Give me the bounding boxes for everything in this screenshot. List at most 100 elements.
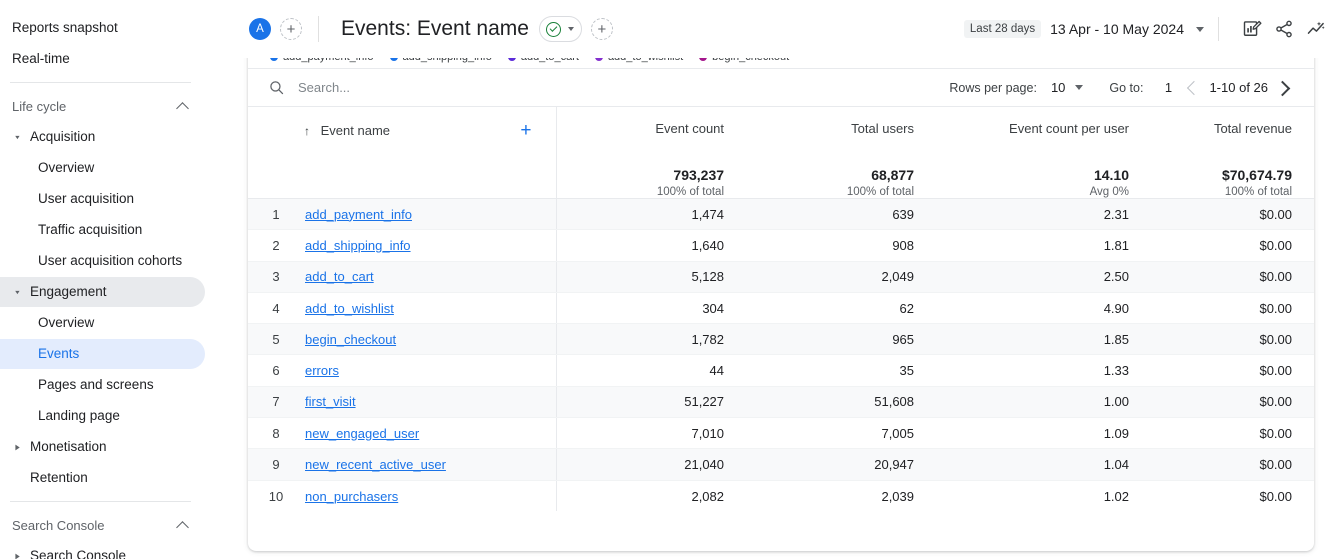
row-total-users: 908 <box>746 229 937 262</box>
sidebar-item-user-acquisition-cohorts[interactable]: User acquisition cohorts <box>0 246 205 276</box>
table-row[interactable]: 9 new_recent_active_user 21,040 20,947 1.04 $… <box>248 448 1314 481</box>
data-quality-badge[interactable] <box>538 16 582 42</box>
row-event-name-cell: errors <box>304 354 557 387</box>
date-range-chevron-down-icon[interactable] <box>1196 26 1204 32</box>
analytics-events-report: Reports snapshot Real-time Life cycle Acqu… <box>0 0 1343 559</box>
pagination-controls: Rows per page: 10 Go to: 1-10 of 26 <box>949 75 1296 101</box>
sidebar-item-retention[interactable]: Retention <box>0 463 205 493</box>
table-row[interactable]: 8 new_engaged_user 7,010 7,005 1.09 $0.00 <box>248 417 1314 450</box>
table-row[interactable]: 3 add_to_cart 5,128 2,049 2.50 $0.00 <box>248 261 1314 293</box>
table-row[interactable]: 5 begin_checkout 1,782 965 1.85 $0.00 <box>248 323 1314 356</box>
page-title: Events: Event name <box>341 17 529 40</box>
column-label-count-per-user: Event count per user <box>1009 121 1130 136</box>
sidebar-item-label: Acquisition <box>30 129 96 145</box>
event-name-link[interactable]: new_recent_active_user <box>305 457 446 472</box>
sidebar-item-label: Landing page <box>38 408 120 424</box>
caret-down-icon[interactable] <box>10 133 24 142</box>
search-container[interactable] <box>268 79 949 96</box>
sidebar-item-overview[interactable]: Overview <box>0 153 205 183</box>
caret-right-icon[interactable] <box>10 552 24 559</box>
insights-icon[interactable] <box>1303 16 1329 42</box>
event-name-link[interactable]: add_to_cart <box>305 269 374 284</box>
event-name-link[interactable]: errors <box>305 363 339 378</box>
sidebar-item-reports-snapshot[interactable]: Reports snapshot <box>0 13 205 43</box>
table-row[interactable]: 7 first_visit 51,227 51,608 1.00 $0.00 <box>248 386 1314 419</box>
event-name-link[interactable]: add_payment_info <box>305 207 412 222</box>
sort-ascending-icon[interactable]: ↑ <box>304 124 310 138</box>
sidebar-group-search-console[interactable]: Search Console <box>0 510 205 540</box>
chevron-up-icon[interactable] <box>175 517 191 533</box>
row-count-per-user: 2.31 <box>936 198 1152 231</box>
rows-per-page-value[interactable]: 10 <box>1051 80 1065 95</box>
row-event-name-cell: add_shipping_info <box>304 229 557 262</box>
goto-label: Go to: <box>1109 80 1144 95</box>
sidebar-item-traffic-acquisition[interactable]: Traffic acquisition <box>0 215 205 245</box>
add-comparison-button[interactable]: + <box>280 18 302 40</box>
sidebar-item-real-time[interactable]: Real-time <box>0 44 205 74</box>
column-header-total-revenue[interactable]: Total revenue $70,674.79 100% of total <box>1151 107 1314 199</box>
row-event-name-cell: add_to_wishlist <box>304 292 557 325</box>
edit-chart-icon[interactable] <box>1239 16 1265 42</box>
sidebar-item-pages-and-screens[interactable]: Pages and screens <box>0 370 205 400</box>
row-count-per-user: 1.04 <box>936 448 1152 481</box>
table-row[interactable]: 1 add_payment_info 1,474 639 2.31 $0.00 <box>248 198 1314 231</box>
share-icon[interactable] <box>1271 16 1297 42</box>
rows-per-page-chevron-down-icon[interactable] <box>1075 85 1084 90</box>
sidebar-item-monetisation[interactable]: Monetisation <box>0 432 205 462</box>
row-total-revenue: $0.00 <box>1151 448 1314 481</box>
column-header-total-users[interactable]: Total users 68,877 100% of total <box>746 107 937 199</box>
caret-down-icon[interactable] <box>10 288 24 297</box>
previous-page-icon[interactable] <box>1181 75 1203 101</box>
column-header-count-per-user[interactable]: Event count per user 14.10 Avg 0% <box>936 107 1152 199</box>
chevron-up-icon[interactable] <box>175 98 191 114</box>
next-page-icon[interactable] <box>1274 75 1296 101</box>
add-filter-button[interactable]: + <box>590 18 613 40</box>
event-name-link[interactable]: new_engaged_user <box>305 426 419 441</box>
sidebar-item-label: Real-time <box>12 51 70 67</box>
event-name-link[interactable]: non_purchasers <box>305 489 398 504</box>
sidebar-item-events[interactable]: Events <box>0 339 205 369</box>
date-range-text[interactable]: 13 Apr - 10 May 2024 <box>1050 21 1184 37</box>
table-row[interactable]: 4 add_to_wishlist 304 62 4.90 $0.00 <box>248 292 1314 325</box>
row-index: 9 <box>248 448 304 481</box>
row-total-revenue: $0.00 <box>1151 229 1314 262</box>
row-event-count: 1,640 <box>555 229 747 262</box>
event-name-link[interactable]: add_to_wishlist <box>305 301 394 316</box>
row-event-count: 7,010 <box>555 417 747 450</box>
caret-right-icon[interactable] <box>10 443 24 452</box>
goto-input[interactable] <box>1155 79 1182 96</box>
column-label-total-users: Total users <box>851 121 915 136</box>
row-total-users: 2,039 <box>881 488 915 504</box>
search-input[interactable] <box>296 79 596 96</box>
row-event-name-cell: new_recent_active_user <box>304 448 557 481</box>
column-header-event-name[interactable]: ↑ Event name + <box>248 107 557 199</box>
row-total-revenue: $0.00 <box>1151 417 1314 450</box>
sidebar-item-engagement[interactable]: Engagement <box>0 277 205 307</box>
table-row[interactable]: 6 errors 44 35 1.33 $0.00 <box>248 354 1314 387</box>
sidebar-item-landing-page[interactable]: Landing page <box>0 401 205 431</box>
sidebar-item-overview[interactable]: Overview <box>0 308 205 338</box>
sidebar-divider-1 <box>10 82 191 83</box>
event-name-link[interactable]: add_shipping_info <box>305 238 411 253</box>
column-label-total-revenue: Total revenue <box>1213 121 1293 136</box>
sidebar-item-label: Monetisation <box>30 439 107 455</box>
row-count-per-user: 1.33 <box>936 354 1152 387</box>
sidebar-item-label: Reports snapshot <box>12 20 118 36</box>
row-count-per-user: 2.50 <box>936 261 1152 293</box>
sidebar-group-label: Search Console <box>12 517 105 533</box>
add-dimension-button[interactable]: + <box>520 121 531 140</box>
sidebar-item-acquisition[interactable]: Acquisition <box>0 122 205 152</box>
sidebar-item-search-console[interactable]: Search Console <box>0 541 205 559</box>
column-header-event-count[interactable]: Event count 793,237 100% of total <box>555 107 747 199</box>
row-total-revenue: $0.00 <box>1259 488 1293 504</box>
event-name-link[interactable]: begin_checkout <box>305 332 396 347</box>
table-row[interactable]: 10 non_purchasers 2,082 2,039 1.02 $0.00 <box>248 480 1314 512</box>
sidebar-item-user-acquisition[interactable]: User acquisition <box>0 184 205 214</box>
sidebar-group-life-cycle[interactable]: Life cycle <box>0 91 205 121</box>
row-total-users: 639 <box>746 198 937 231</box>
total-count-per-user: 14.10 <box>1093 167 1130 183</box>
table-row[interactable]: 2 add_shipping_info 1,640 908 1.81 $0.00 <box>248 229 1314 262</box>
event-name-link[interactable]: first_visit <box>305 394 356 409</box>
total-total-revenue-sub: 100% of total <box>1224 186 1293 198</box>
row-total-revenue: $0.00 <box>1151 292 1314 325</box>
